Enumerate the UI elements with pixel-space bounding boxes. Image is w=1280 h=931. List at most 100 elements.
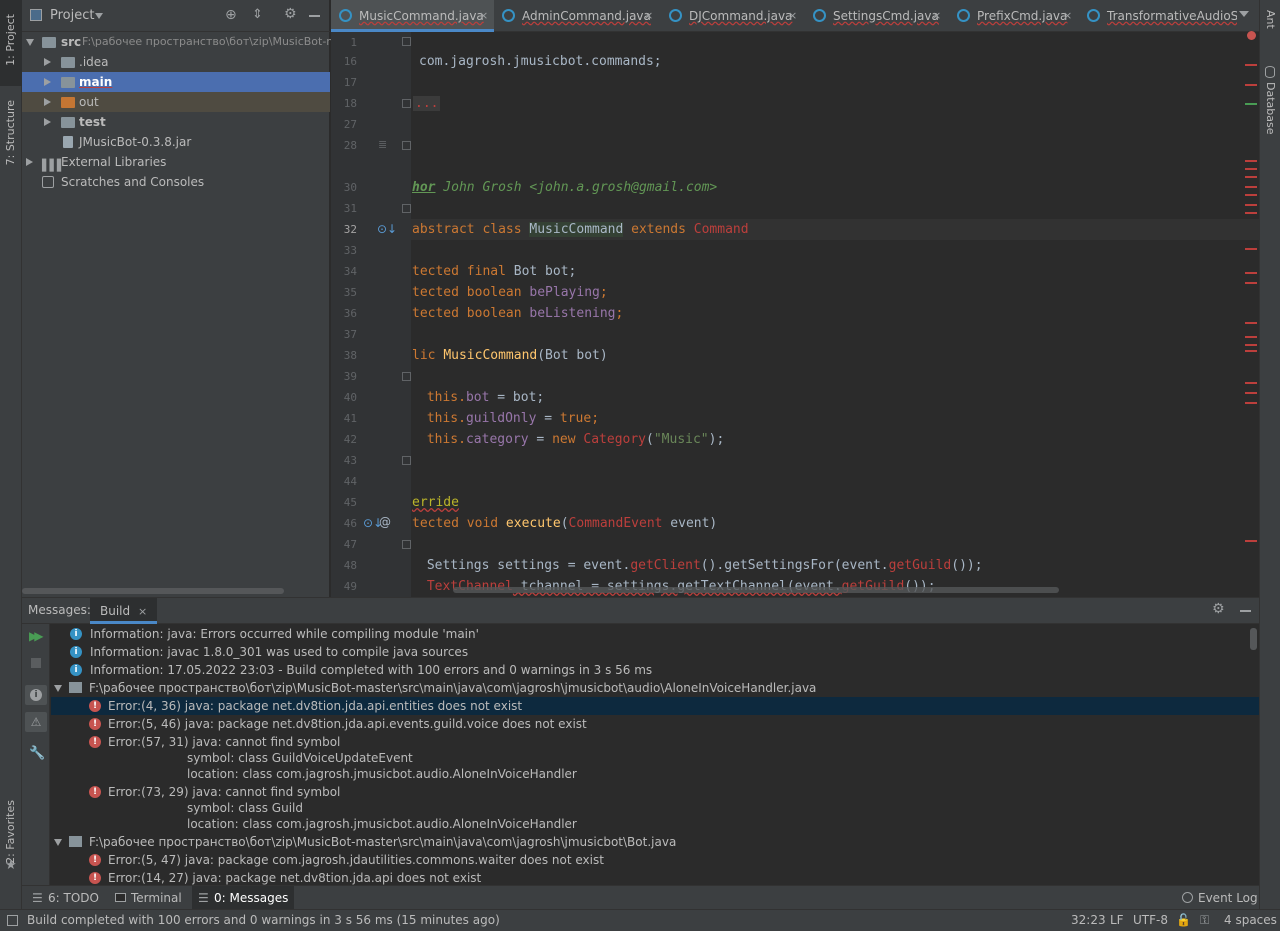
line-separator[interactable]: LF [1110,910,1124,930]
inspector-icon[interactable]: ⚿ [1200,910,1209,930]
error-stripe-mark[interactable] [1245,212,1257,214]
tab-dj-command[interactable]: DJCommand.java × [661,0,805,32]
tab-settings-cmd[interactable]: SettingsCmd.java × [805,0,949,32]
gear-icon[interactable]: ⚙ [284,6,297,22]
error-stripe-mark[interactable] [1245,272,1257,274]
vertical-scrollbar[interactable] [1250,628,1257,650]
list-item[interactable]: i Information: java: Errors occurred whil… [51,625,1251,643]
error-stripe-mark[interactable] [1245,204,1257,206]
event-log-tab[interactable]: Event Log [1182,886,1258,910]
close-icon[interactable]: × [138,605,147,618]
tree-item-src[interactable]: src F:\рабочее пространство\бот\zip\Musi… [22,32,337,52]
list-item[interactable]: F:\рабочее пространство\бот\zip\MusicBot… [51,833,1251,851]
tab-transformative-audio[interactable]: TransformativeAudioSou [1079,0,1237,32]
error-stripe-mark[interactable] [1245,350,1257,352]
error-stripe-mark[interactable] [1245,344,1257,346]
gear-icon[interactable]: ⚙ [1212,601,1225,617]
tab-build[interactable]: Build × [90,598,158,624]
close-icon[interactable]: × [644,0,653,32]
tree-item-jar[interactable]: JMusicBot-0.3.8.jar [22,132,330,152]
tree-item-external-libraries[interactable]: ▌▌▌ External Libraries [22,152,330,172]
list-item-selected[interactable]: ! Error:(4, 36) java: package net.dv8tion… [51,697,1259,715]
code-editor[interactable]: com.jagrosh.jmusicbot.commands; ... hor … [411,32,1259,597]
file-encoding[interactable]: UTF-8 [1133,910,1168,930]
chevron-down-icon[interactable] [26,39,34,46]
todo-tab[interactable]: ☰ 6: TODO [30,886,99,910]
horizontal-scrollbar[interactable] [453,587,1059,593]
chevron-right-icon[interactable] [44,78,51,86]
chevron-down-icon[interactable] [1239,11,1249,17]
close-icon[interactable]: × [1063,0,1072,32]
show-warnings-toggle[interactable]: ⚠ [25,712,47,732]
list-item[interactable]: i Information: javac 1.8.0_301 was used t… [51,643,1251,661]
list-item[interactable]: i Information: 17.05.2022 23:03 - Build c… [51,661,1251,679]
terminal-tab[interactable]: Terminal [113,886,182,910]
fold-marker-icon[interactable] [402,540,411,549]
toggle-tool-windows-icon[interactable] [7,915,18,926]
messages-tab[interactable]: ☰ 0: Messages [192,886,295,910]
error-stripe-mark[interactable] [1245,186,1257,188]
database-tab-label[interactable]: Database [1264,82,1277,135]
list-item[interactable]: ! Error:(5, 47) java: package com.jagrosh… [51,851,1251,869]
chevron-right-icon[interactable] [44,58,51,66]
error-stripe-mark[interactable] [1245,402,1257,404]
project-panel-title[interactable]: Project [50,8,94,23]
rerun-icon[interactable]: ▶▶ [29,629,44,643]
error-stripe-mark[interactable] [1245,176,1257,178]
close-icon[interactable]: × [788,0,797,32]
ant-tab-label[interactable]: Ant [1264,10,1277,29]
close-icon[interactable]: × [479,0,488,32]
list-item-detail[interactable]: location: class com.jagrosh.jmusicbot.au… [187,815,577,833]
lock-icon[interactable]: 🔓 [1176,910,1191,930]
error-indicator-icon[interactable] [1247,31,1256,40]
tab-prefix-cmd[interactable]: PrefixCmd.java × [949,0,1079,32]
tree-item-test[interactable]: test [22,112,330,132]
collapse-all-icon[interactable]: ⇕ [252,7,263,22]
folded-region[interactable]: ... [413,96,441,111]
chevron-down-icon[interactable] [95,13,103,19]
minimize-icon[interactable] [1240,610,1251,612]
change-stripe-mark[interactable] [1245,103,1257,105]
chevron-down-icon[interactable] [54,685,62,692]
error-stripe-mark[interactable] [1245,168,1257,170]
tab-music-command[interactable]: MusicCommand.java × [331,0,494,32]
horizontal-scrollbar[interactable] [22,588,284,594]
error-stripe-mark[interactable] [1245,160,1257,162]
list-item[interactable]: ! Error:(5, 46) java: package net.dv8tion… [51,715,1251,733]
error-stripe-mark[interactable] [1245,84,1257,86]
tree-item-main[interactable]: main [22,72,330,92]
tab-admin-command[interactable]: AdminCommand.java × [494,0,661,32]
fold-marker-icon[interactable] [402,372,411,381]
close-icon[interactable]: × [932,0,941,32]
chevron-right-icon[interactable] [26,158,33,166]
error-stripe-mark[interactable] [1245,392,1257,394]
fold-marker-icon[interactable] [402,456,411,465]
chevron-right-icon[interactable] [44,98,51,106]
error-stripe-mark[interactable] [1245,336,1257,338]
error-stripe-mark[interactable] [1245,282,1257,284]
locate-icon[interactable]: ⊕ [225,7,237,23]
fold-marker-icon[interactable] [402,37,411,46]
tree-item-out[interactable]: out [22,92,330,112]
indent-setting[interactable]: 4 spaces [1224,910,1277,930]
chevron-right-icon[interactable] [44,118,51,126]
list-item[interactable]: F:\рабочее пространство\бот\zip\MusicBot… [51,679,1251,697]
project-tool-tab[interactable]: 1: Project [0,0,22,86]
error-stripe-mark[interactable] [1245,322,1257,324]
fold-marker-icon[interactable] [402,204,411,213]
error-stripe-mark[interactable] [1245,382,1257,384]
fold-marker-icon[interactable] [402,99,411,108]
caret-position[interactable]: 32:23 [1071,910,1106,930]
override-icon[interactable]: @ [379,515,391,529]
error-stripe-mark[interactable] [1245,540,1257,542]
status-message[interactable]: Build completed with 100 errors and 0 wa… [27,910,500,930]
show-info-toggle[interactable]: i [25,685,47,705]
minimize-icon[interactable] [309,15,320,17]
implemented-icon[interactable]: ⊙↓ [377,222,397,236]
error-stripe-mark[interactable] [1245,194,1257,196]
stop-icon[interactable] [31,658,41,668]
tree-item-scratches[interactable]: Scratches and Consoles [22,172,330,192]
chevron-down-icon[interactable] [54,839,62,846]
tree-item-idea[interactable]: .idea [22,52,330,72]
structure-tab-label[interactable]: 7: Structure [4,100,17,165]
